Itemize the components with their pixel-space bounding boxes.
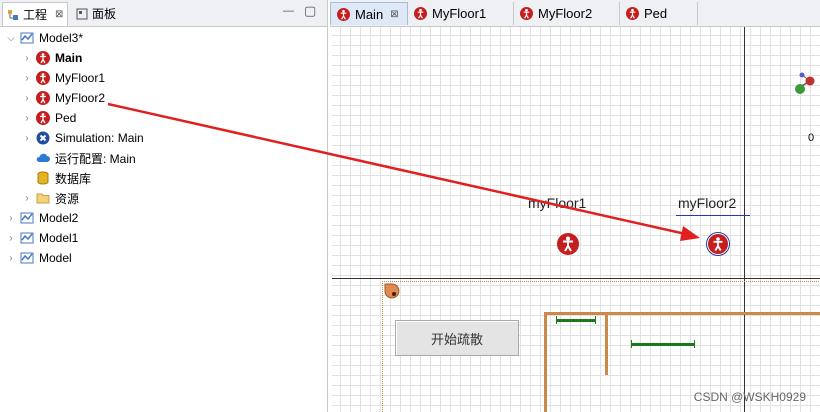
wall-left [544, 312, 547, 412]
graphical-editor-canvas[interactable]: 0 myFloor1 myFloor2 开始疏散 CSDN @WSKH0929 [332, 27, 820, 412]
editor-panel: Main ⊠ MyFloor1 MyFloor2 Ped 0 myFloor1 … [330, 0, 820, 412]
tab-project-label: 工程 [23, 8, 48, 22]
pedestrian-icon [36, 71, 50, 85]
tab-palette[interactable]: 面板 [72, 2, 120, 25]
chevron-right-icon[interactable]: › [6, 233, 16, 244]
tab-main[interactable]: Main ⊠ [330, 2, 408, 25]
target-line-2[interactable] [632, 343, 694, 346]
tree-item-label: Simulation: Main [55, 131, 144, 145]
tree-item-label: MyFloor2 [55, 91, 106, 105]
tab-myfloor2-label: MyFloor2 [538, 6, 593, 21]
tab-myfloor1-label: MyFloor1 [432, 6, 487, 21]
myfloor1-pedestrian-icon[interactable] [557, 233, 579, 255]
tree-item-label: Model1 [39, 231, 79, 245]
chevron-down-icon[interactable]: ⌵ [6, 33, 16, 44]
chevron-right-icon[interactable]: › [22, 113, 32, 124]
axis-gizmo-icon [795, 72, 815, 94]
wall-inner [605, 312, 608, 375]
tree-item-model2[interactable]: › Model2 [6, 208, 78, 228]
pedestrian-icon [414, 7, 427, 20]
tree-item-main[interactable]: › Main [22, 48, 82, 68]
tab-myfloor2[interactable]: MyFloor2 [514, 2, 620, 25]
chevron-right-icon[interactable]: › [22, 193, 32, 204]
myfloor1-label[interactable]: myFloor1 [528, 195, 586, 211]
tab-myfloor1[interactable]: MyFloor1 [408, 2, 514, 25]
tab-ped-label: Ped [644, 6, 668, 21]
tree-item-simulation[interactable]: › Simulation: Main [22, 128, 144, 148]
project-panel-tabbar: 工程 ⊠ 面板 — ▢ [0, 0, 327, 27]
pedestrian-icon [36, 111, 50, 125]
pedestrian-icon [36, 91, 50, 105]
pedestrian-icon [626, 7, 639, 20]
chevron-right-icon[interactable]: › [22, 133, 32, 144]
tree-item-myfloor1[interactable]: › MyFloor1 [22, 68, 105, 88]
tree-item-label: 资源 [55, 191, 80, 206]
palette-icon [76, 8, 88, 20]
simulation-icon [36, 131, 50, 145]
tree-item-label: Model [39, 251, 72, 265]
editor-tabbar: Main ⊠ MyFloor1 MyFloor2 Ped [330, 0, 820, 27]
chevron-right-icon[interactable]: › [6, 253, 16, 264]
myfloor2-label[interactable]: myFloor2 [678, 195, 736, 211]
pedestrian-icon [520, 7, 533, 20]
axis-origin-label: 0 [808, 132, 815, 144]
tree-item-label: MyFloor1 [55, 71, 106, 85]
pedestrian-icon [36, 51, 50, 65]
start-evacuation-button[interactable]: 开始疏散 [395, 320, 519, 356]
tree-item-run-config[interactable]: 运行配置: Main [32, 148, 136, 168]
tree-item-resources[interactable]: › 资源 [22, 188, 79, 208]
close-icon[interactable]: ⊠ [390, 9, 398, 20]
tree-item-label: Model2 [39, 211, 79, 225]
watermark: CSDN @WSKH0929 [693, 390, 806, 404]
chevron-right-icon[interactable]: › [6, 213, 16, 224]
tab-ped[interactable]: Ped [620, 2, 698, 25]
model-icon [20, 251, 34, 265]
tree-item-model3[interactable]: ⌵ Model3* [6, 28, 83, 48]
wall-top [544, 312, 820, 315]
horizontal-axis-line [332, 278, 820, 279]
target-line-2-cap-left [631, 340, 632, 348]
project-panel: 工程 ⊠ 面板 — ▢ ⌵ Model3* › Main › MyFloor1 … [0, 0, 328, 412]
target-line-1-cap-right [595, 316, 596, 324]
tree-item-myfloor2[interactable]: › MyFloor2 [22, 88, 105, 108]
folder-icon [36, 191, 50, 205]
cloud-icon [36, 151, 50, 165]
chevron-right-icon[interactable]: › [22, 73, 32, 84]
tree-item-model[interactable]: › Model [6, 248, 72, 268]
maximize-icon[interactable]: ▢ [304, 3, 316, 19]
tree-item-label: Main [55, 51, 83, 65]
database-icon [36, 171, 50, 185]
tree-item-label: 运行配置: Main [55, 151, 136, 166]
chevron-right-icon[interactable]: › [22, 93, 32, 104]
tree-item-label: Ped [55, 111, 77, 125]
tree-item-ped[interactable]: › Ped [22, 108, 76, 128]
tab-main-label: Main [355, 6, 384, 22]
target-line-1-cap-left [556, 316, 557, 324]
close-icon[interactable]: ⊠ [55, 9, 63, 20]
location-pin-icon[interactable] [382, 281, 404, 303]
tab-project[interactable]: 工程 ⊠ [2, 2, 69, 26]
model-icon [20, 211, 34, 225]
target-line-1[interactable] [557, 319, 595, 322]
chevron-right-icon[interactable]: › [22, 53, 32, 64]
model-icon [20, 231, 34, 245]
myfloor2-pedestrian-icon[interactable] [708, 234, 728, 254]
model-icon [20, 31, 34, 45]
tree-item-model1[interactable]: › Model1 [6, 228, 78, 248]
tab-palette-label: 面板 [92, 7, 117, 21]
tree-item-label: Model3* [39, 31, 84, 45]
tree-item-database[interactable]: 数据库 [32, 168, 91, 188]
selection-underline [676, 215, 750, 216]
tree-item-label: 数据库 [55, 171, 92, 186]
minimize-icon[interactable]: — [283, 5, 294, 17]
target-line-2-cap-right [694, 340, 695, 348]
pedestrian-icon [337, 7, 350, 21]
project-tree-icon [7, 9, 19, 21]
